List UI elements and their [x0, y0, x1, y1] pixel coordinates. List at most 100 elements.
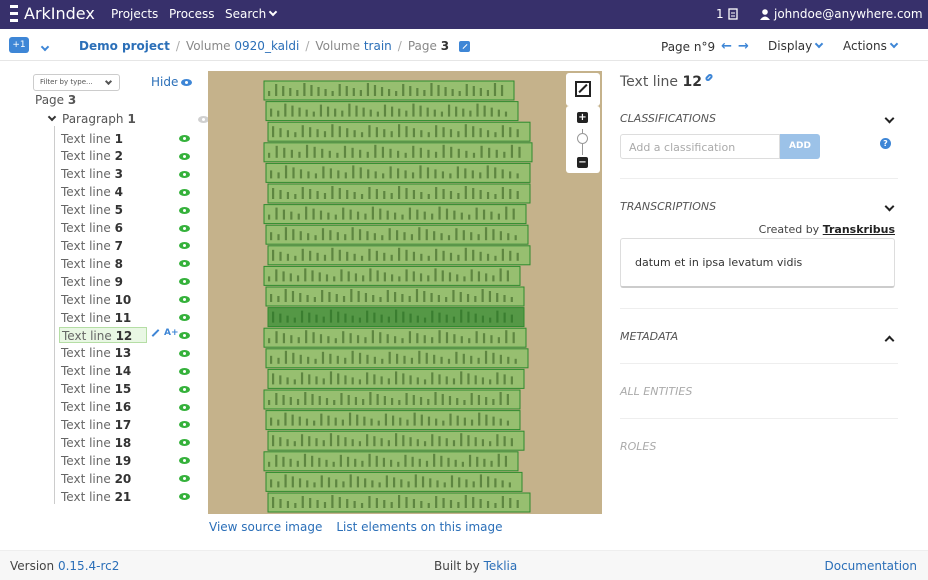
eye-icon[interactable] [179, 188, 190, 196]
text-line-label[interactable]: Text line 18 [59, 435, 147, 451]
text-line-label[interactable]: Text line 19 [59, 453, 147, 469]
tree-text-line-item[interactable]: Text line 14 [59, 363, 192, 380]
add-classification-button[interactable]: ADD [780, 134, 820, 159]
text-line-label[interactable]: Text line 5 [59, 202, 147, 218]
text-line-label[interactable]: Text line 21 [59, 489, 147, 505]
zoom-slider-handle[interactable] [577, 133, 588, 144]
tree-text-line-item[interactable]: Text line 19 [59, 452, 192, 469]
text-line-label[interactable]: Text line 11 [59, 310, 147, 326]
hide-all-button[interactable]: Hide [151, 75, 193, 89]
tree-text-line-item[interactable]: Text line 10 [59, 291, 192, 308]
tree-text-line-item[interactable]: Text line 2 [59, 148, 192, 165]
type-filter-select[interactable]: Filter by type... [33, 74, 120, 91]
eye-icon[interactable] [179, 170, 190, 178]
built-by-link[interactable]: Teklia [484, 559, 518, 573]
help-icon[interactable]: ? [880, 138, 891, 149]
text-line-label[interactable]: Text line 15 [59, 381, 147, 397]
text-line-label[interactable]: Text line 14 [59, 363, 147, 379]
link-icon[interactable] [704, 72, 714, 83]
eye-icon[interactable] [179, 475, 190, 483]
nav-projects[interactable]: Projects [111, 7, 158, 21]
tree-text-line-item[interactable]: Text line 21 [59, 488, 192, 505]
text-line-label[interactable]: Text line 1 [59, 131, 147, 147]
eye-icon[interactable] [179, 296, 190, 304]
eye-icon[interactable] [179, 367, 190, 375]
text-line-label[interactable]: Text line 2 [59, 148, 147, 164]
classification-input[interactable]: Add a classification [620, 134, 780, 159]
zoom-in-icon[interactable]: + [577, 112, 588, 123]
notifications[interactable]: 1 [716, 7, 738, 21]
nav-search[interactable]: Search [225, 7, 278, 21]
text-line-label[interactable]: Text line 4 [59, 184, 147, 200]
documentation-link[interactable]: Documentation [824, 559, 917, 573]
tree-page-node[interactable]: Page 3 [35, 93, 76, 107]
eye-icon[interactable] [179, 135, 190, 142]
eye-icon[interactable] [179, 314, 190, 321]
tree-text-line-item[interactable]: Text line 17 [59, 416, 192, 433]
edit-icon[interactable] [459, 40, 471, 52]
roles-section-header[interactable]: ROLES [620, 440, 898, 453]
tree-text-line-item[interactable]: Text line 15 [59, 381, 192, 398]
display-menu[interactable]: Display [768, 39, 824, 53]
eye-icon[interactable] [179, 152, 190, 160]
eye-icon[interactable] [179, 457, 190, 465]
tree-text-line-item[interactable]: Text line 3 [59, 166, 192, 183]
text-line-label[interactable]: Text line 8 [59, 256, 147, 272]
breadcrumb-menu-toggle[interactable] [38, 42, 50, 56]
tree-text-line-item[interactable]: Text line 16 [59, 399, 192, 416]
chevron-down-icon[interactable] [47, 112, 57, 122]
text-line-label[interactable]: Text line 9 [59, 274, 147, 290]
text-line-label[interactable]: Text line 17 [59, 417, 147, 433]
page-image-viewer[interactable] [208, 71, 602, 514]
nav-process[interactable]: Process [169, 7, 215, 21]
tree-text-line-item[interactable]: Text line 4 [59, 184, 192, 201]
text-line-label[interactable]: Text line 20 [59, 471, 147, 487]
tree-text-line-item[interactable]: Text line 1 [59, 130, 192, 147]
tree-text-line-item[interactable]: Text line 13 [59, 345, 192, 362]
text-line-label[interactable]: Text line 3 [59, 166, 147, 182]
text-line-label[interactable]: Text line 13 [59, 345, 147, 361]
created-by-name[interactable]: Transkribus [823, 223, 895, 236]
tree-text-line-item[interactable]: Text line 8 [59, 255, 192, 272]
eye-icon[interactable] [179, 224, 190, 232]
classifications-section-header[interactable]: CLASSIFICATIONS [620, 112, 898, 125]
version-link[interactable]: 0.15.4-rc2 [58, 559, 119, 573]
eye-icon[interactable] [179, 278, 190, 286]
tree-text-line-item[interactable]: Text line 20 [59, 470, 192, 487]
breadcrumb-volume-train[interactable]: Volume train [315, 39, 391, 53]
tree-text-line-item[interactable]: Text line 7 [59, 237, 192, 254]
tree-text-line-item[interactable]: Text line 6 [59, 220, 192, 237]
tree-paragraph-node[interactable]: Paragraph 1 [47, 112, 209, 126]
user-menu[interactable]: johndoe@anywhere.com [760, 7, 928, 21]
text-line-label[interactable]: Text line 12 [59, 327, 147, 344]
actions-menu[interactable]: Actions [843, 39, 899, 53]
entities-section-header[interactable]: ALL ENTITIES [620, 385, 898, 398]
eye-icon[interactable] [179, 331, 190, 339]
arrow-right-icon[interactable]: → [738, 39, 749, 54]
app-brand[interactable]: ArkIndex [10, 4, 95, 23]
breadcrumb-volume-link[interactable]: 0920_kaldi [234, 39, 299, 53]
eye-icon[interactable] [179, 439, 190, 447]
annotate-icon[interactable]: A+ [164, 328, 179, 338]
zoom-out-icon[interactable]: − [577, 157, 588, 168]
eye-icon[interactable] [179, 260, 190, 268]
metadata-section-header[interactable]: METADATA [620, 330, 898, 346]
add-element-button[interactable]: +1 [9, 37, 29, 53]
eye-icon[interactable] [179, 421, 190, 429]
tree-text-line-item[interactable]: Text line 9 [59, 273, 192, 290]
eye-icon[interactable] [179, 349, 190, 357]
eye-icon[interactable] [179, 242, 190, 250]
list-elements-link[interactable]: List elements on this image [336, 520, 502, 534]
breadcrumb-project[interactable]: Demo project [79, 39, 170, 53]
tree-text-line-item[interactable]: Text line 5 [59, 202, 192, 219]
eye-icon[interactable] [179, 493, 190, 500]
text-line-label[interactable]: Text line 6 [59, 220, 147, 236]
tree-text-line-item[interactable]: Text line 11 [59, 309, 192, 326]
pencil-icon[interactable] [151, 329, 160, 337]
view-source-image-link[interactable]: View source image [209, 520, 322, 534]
tree-text-line-item[interactable]: Text line 18 [59, 434, 192, 451]
text-line-label[interactable]: Text line 10 [59, 292, 147, 308]
tree-text-line-item[interactable]: Text line 12 A+ [59, 327, 192, 344]
transcriptions-section-header[interactable]: TRANSCRIPTIONS [620, 200, 898, 213]
breadcrumb-volume2-link[interactable]: train [364, 39, 392, 53]
